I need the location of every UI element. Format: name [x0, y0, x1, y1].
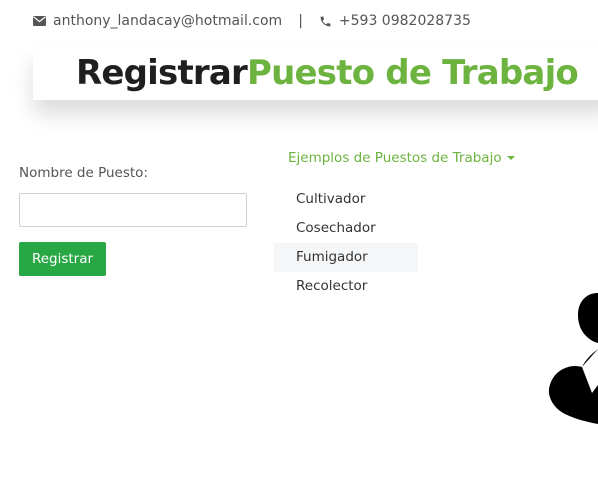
envelope-icon [33, 16, 46, 26]
contact-email[interactable]: anthony_landacay@hotmail.com [53, 13, 282, 29]
contact-bar: anthony_landacay@hotmail.com | +593 0982… [33, 11, 471, 31]
phone-icon [319, 15, 332, 28]
page-title-part1: Registrar [76, 53, 248, 93]
page: anthony_landacay@hotmail.com | +593 0982… [0, 0, 598, 485]
dropdown-item-recolector[interactable]: Recolector [274, 272, 418, 301]
examples-dropdown-label: Ejemplos de Puestos de Trabajo [288, 150, 502, 166]
page-title: RegistrarPuesto de Trabajo [76, 49, 579, 97]
job-name-label: Nombre de Puesto: [19, 165, 148, 181]
examples-dropdown-menu: Cultivador Cosechador Fumigador Recolect… [274, 185, 418, 301]
page-title-part2: Puesto de Trabajo [247, 53, 579, 93]
dropdown-item-fumigador[interactable]: Fumigador [274, 243, 418, 272]
dropdown-item-cultivador[interactable]: Cultivador [274, 185, 418, 214]
user-silhouette-icon [545, 285, 598, 434]
register-button[interactable]: Registrar [19, 242, 106, 276]
caret-down-icon [506, 156, 515, 160]
examples-dropdown-toggle[interactable]: Ejemplos de Puestos de Trabajo [288, 150, 515, 166]
contact-separator: | [298, 13, 303, 29]
dropdown-item-cosechador[interactable]: Cosechador [274, 214, 418, 243]
job-name-input[interactable] [19, 193, 247, 227]
contact-phone[interactable]: +593 0982028735 [339, 13, 471, 29]
